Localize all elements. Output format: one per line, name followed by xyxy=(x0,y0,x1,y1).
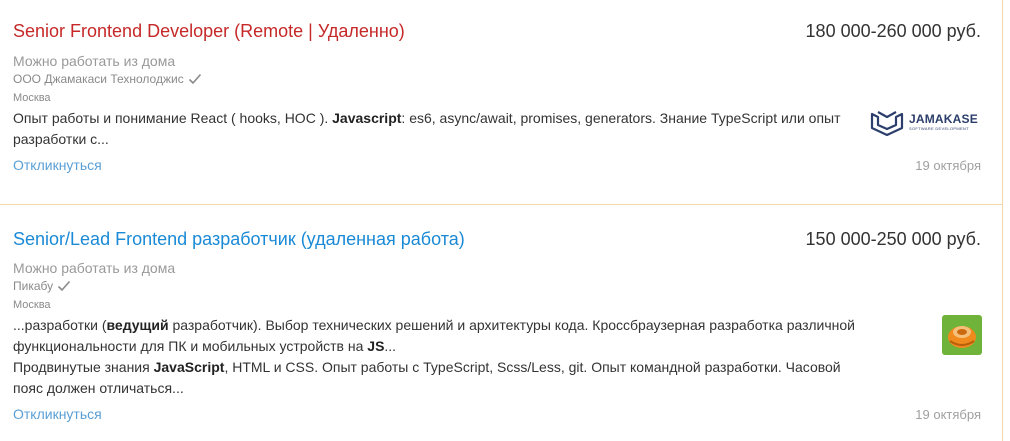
vacancy-date: 19 октября xyxy=(915,158,981,173)
company-name-text: ООО Джамакаси Технолоджис xyxy=(13,72,184,86)
verified-check-icon xyxy=(188,73,201,85)
snippet-highlight: JS xyxy=(367,338,385,354)
company-name[interactable]: ООО Джамакаси Технолоджис xyxy=(13,72,202,86)
snippet-highlight: Javascript xyxy=(332,110,402,126)
respond-link[interactable]: Откликнуться xyxy=(13,406,102,422)
vacancy-salary: 180 000-260 000 руб. xyxy=(805,21,981,41)
vacancy-snippet: Опыт работы и понимание React ( hooks, H… xyxy=(13,108,858,150)
snippet-highlight: ведущий xyxy=(106,317,169,333)
vacancy-salary: 150 000-250 000 руб. xyxy=(805,229,981,249)
remote-work-label: Можно работать из дома xyxy=(13,53,176,69)
vacancy-title-link[interactable]: Senior Frontend Developer (Remote | Удал… xyxy=(13,20,405,42)
logo-brand-text: JAMAKASE xyxy=(909,112,978,126)
vacancy-city: Москва xyxy=(13,92,51,104)
snippet-text: ... xyxy=(384,338,397,354)
vacancy-title-link[interactable]: Senior/Lead Frontend разработчик (удален… xyxy=(13,228,465,250)
company-logo[interactable]: JAMAKASE SOFTWARE DEVELOPMENT xyxy=(870,107,982,137)
vacancy-card: Senior/Lead Frontend разработчик (удален… xyxy=(0,205,1002,441)
snippet-text: ...разработки ( xyxy=(13,317,107,333)
jamakase-logo-icon xyxy=(870,111,904,136)
remote-work-label: Можно работать из дома xyxy=(13,260,176,276)
verified-check-icon xyxy=(58,280,71,292)
vacancy-list: Senior Frontend Developer (Remote | Удал… xyxy=(0,0,1003,441)
company-name-text: Пикабу xyxy=(13,279,54,293)
company-logo[interactable] xyxy=(942,315,982,355)
snippet-text: Продвинутые знания xyxy=(13,359,154,375)
vacancy-city: Москва xyxy=(13,299,51,311)
vacancy-card: Senior Frontend Developer (Remote | Удал… xyxy=(0,0,1002,205)
snippet-highlight: JavaScript xyxy=(153,359,225,375)
pikabu-logo-icon xyxy=(942,315,982,355)
logo-tagline-text: SOFTWARE DEVELOPMENT xyxy=(909,126,969,131)
vacancy-date: 19 октября xyxy=(915,407,981,422)
snippet-text: Опыт работы и понимание React ( hooks, H… xyxy=(13,110,333,126)
company-name[interactable]: Пикабу xyxy=(13,279,71,293)
vacancy-snippet: ...разработки (ведущий разработчик). Выб… xyxy=(13,315,858,399)
respond-link[interactable]: Откликнуться xyxy=(13,157,102,173)
